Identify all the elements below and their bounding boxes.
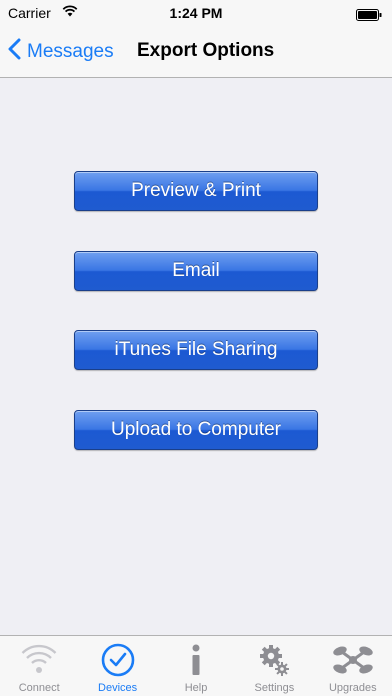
back-button[interactable]: Messages <box>8 38 114 66</box>
export-options-panel: Preview & Print Email iTunes File Sharin… <box>0 79 392 635</box>
tab-upgrades[interactable]: Upgrades <box>314 636 392 696</box>
status-bar: Carrier 1:24 PM <box>0 0 392 26</box>
tab-label: Settings <box>254 682 295 694</box>
checkmark-circle-icon <box>78 642 156 678</box>
chevron-left-icon <box>8 38 27 66</box>
status-time: 1:24 PM <box>169 5 223 21</box>
tab-label: Upgrades <box>328 682 377 694</box>
wifi-icon <box>0 642 78 678</box>
upload-to-computer-button[interactable]: Upload to Computer <box>74 410 318 450</box>
back-label: Messages <box>27 41 114 62</box>
tab-label: Devices <box>98 682 138 694</box>
battery-icon <box>356 8 382 24</box>
itunes-file-sharing-button[interactable]: iTunes File Sharing <box>74 330 318 370</box>
info-icon <box>157 642 235 678</box>
page-title: Export Options <box>137 40 275 61</box>
preview-print-button[interactable]: Preview & Print <box>74 171 318 211</box>
tab-settings[interactable]: Settings <box>235 636 313 696</box>
tab-connect[interactable]: Connect <box>0 636 78 696</box>
gears-icon <box>235 642 313 678</box>
navigation-bar: Messages Export Options <box>0 26 392 78</box>
tab-label: Help <box>184 682 208 694</box>
tab-label: Connect <box>18 682 60 694</box>
satellite-icon <box>314 642 392 678</box>
tab-devices[interactable]: Devices <box>78 636 156 696</box>
tab-help[interactable]: Help <box>157 636 235 696</box>
email-button[interactable]: Email <box>74 251 318 291</box>
tab-bar: Connect Devices Help Settings Upgrades <box>0 635 392 696</box>
